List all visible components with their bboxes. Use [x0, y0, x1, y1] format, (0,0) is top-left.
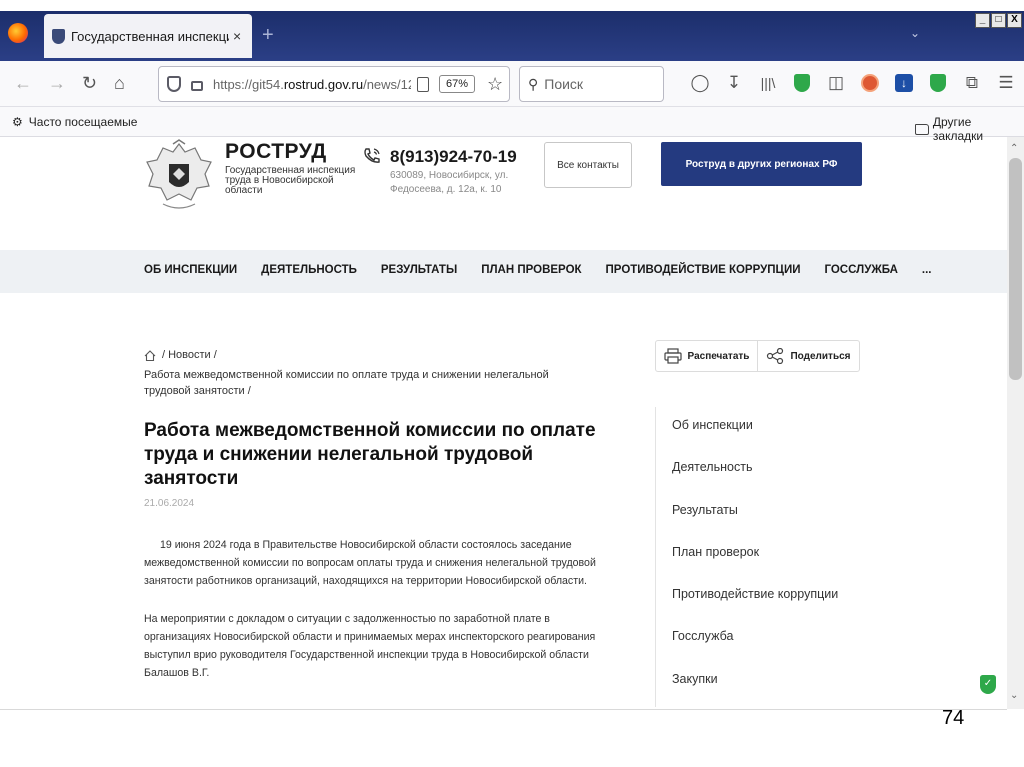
url-text[interactable]: https://git54.rostrud.gov.ru/news/12 — [213, 77, 411, 92]
share-label: Поделиться — [790, 350, 851, 362]
menu-item-about[interactable]: ОБ ИНСПЕКЦИИ — [144, 264, 237, 276]
article-paragraph: На мероприятии с докладом о ситуации с з… — [144, 613, 596, 679]
address-text: 630089, Новосибирск, ул. Федосеева, д. 1… — [390, 170, 509, 195]
side-navigation: Об инспекции Деятельность Результаты Пла… — [672, 418, 838, 714]
slide-number: 74 — [942, 707, 965, 729]
lock-icon[interactable] — [191, 81, 203, 91]
gear-icon: ⚙ — [12, 115, 23, 129]
vpn-shield-icon[interactable] — [928, 73, 948, 93]
tracking-shield-icon[interactable] — [167, 76, 181, 92]
tab-title: Государственная инспекция труда в Новоси… — [71, 28, 229, 44]
menu-item-more[interactable]: ... — [922, 264, 932, 276]
menu-item-civil-service[interactable]: ГОССЛУЖБА — [824, 264, 897, 276]
search-icon: ⚲ — [528, 75, 539, 92]
back-arrow-icon[interactable]: ← — [14, 73, 32, 94]
toolbar-icons: ◯ ↧ |||\ ◫ ↓ ⧉ ☰ — [690, 73, 1016, 93]
menu-item-results[interactable]: РЕЗУЛЬТАТЫ — [381, 264, 457, 276]
article-actions: Распечатать Поделиться — [655, 340, 860, 372]
scrollbar-thumb[interactable] — [1009, 158, 1022, 380]
scroll-down-chevron-icon[interactable]: ⌄ — [1010, 690, 1018, 701]
tab-active[interactable]: Государственная инспекция труда в Новоси… — [44, 14, 252, 58]
menu-item-activity[interactable]: ДЕЯТЕЛЬНОСТЬ — [261, 264, 357, 276]
sidenav-item-inspection-plan[interactable]: План проверок — [672, 545, 838, 587]
site-logo-title[interactable]: РОСТРУД — [225, 140, 327, 164]
menu-item-anticorruption[interactable]: ПРОТИВОДЕЙСТВИЕ КОРРУПЦИИ — [606, 264, 801, 276]
all-contacts-button[interactable]: Все контакты — [544, 142, 632, 188]
sidenav-item-about[interactable]: Об инспекции — [672, 418, 838, 460]
menu-hamburger-icon[interactable]: ☰ — [996, 73, 1016, 93]
article-paragraph: 19 июня 2024 года в Правительстве Новоси… — [144, 539, 596, 587]
bookmark-most-visited[interactable]: ⚙ Часто посещаемые — [12, 115, 137, 129]
bookmark-star-icon[interactable]: ☆ — [487, 74, 503, 95]
print-button[interactable]: Распечатать — [656, 341, 757, 371]
sidenav-item-civil-service[interactable]: Госслужба — [672, 629, 838, 671]
divider — [0, 709, 1007, 710]
bookmarks-toolbar — [0, 107, 1024, 137]
scroll-up-chevron-icon[interactable]: ⌃ — [1010, 143, 1018, 154]
forward-arrow-icon[interactable]: → — [48, 73, 66, 94]
download-icon[interactable]: ↧ — [724, 73, 744, 93]
duckduckgo-icon[interactable] — [860, 73, 880, 93]
site-logo-subtitle: Государственная инспекция труда в Новоси… — [225, 165, 356, 196]
window-controls: _ □ X — [975, 13, 1022, 28]
adblock-shield-icon[interactable] — [792, 73, 812, 93]
home-icon[interactable] — [144, 350, 156, 361]
main-menu: ОБ ИНСПЕКЦИИ ДЕЯТЕЛЬНОСТЬ РЕЗУЛЬТАТЫ ПЛА… — [144, 264, 955, 276]
sidenav-divider — [655, 407, 656, 707]
zoom-indicator[interactable]: 67% — [439, 75, 476, 93]
firefox-icon[interactable] — [8, 23, 28, 43]
home-icon[interactable]: ⌂ — [114, 73, 125, 94]
list-tabs-chevron-icon[interactable]: ⌄ — [910, 26, 920, 40]
sidenav-item-results[interactable]: Результаты — [672, 503, 838, 545]
bookmark-label: Часто посещаемые — [28, 115, 138, 129]
breadcrumb-news[interactable]: / Новости / — [162, 349, 217, 361]
library-icon[interactable]: |||\ — [758, 73, 778, 93]
reload-icon[interactable]: ↻ — [82, 73, 97, 94]
reader-view-icon[interactable] — [417, 76, 429, 92]
printer-icon — [663, 348, 682, 364]
coat-of-arms-logo[interactable] — [143, 138, 215, 214]
pocket-icon[interactable]: ◯ — [690, 73, 710, 93]
article-title: Работа межведомственной комиссии по опла… — [144, 420, 596, 489]
regions-button[interactable]: Роструд в других регионах РФ — [661, 142, 862, 186]
security-badge-icon[interactable]: ✓ — [980, 675, 996, 694]
address-bar[interactable]: https://git54.rostrud.gov.ru/news/12 67%… — [158, 66, 510, 102]
phone-icon — [364, 148, 380, 163]
search-input[interactable]: ⚲ Поиск — [519, 66, 664, 102]
folder-icon — [915, 123, 929, 135]
extensions-puzzle-icon[interactable]: ⧉ — [962, 73, 982, 93]
menu-item-inspection-plan[interactable]: ПЛАН ПРОВЕРОК — [481, 264, 581, 276]
search-placeholder: Поиск — [544, 76, 584, 92]
sidebar-icon[interactable]: ◫ — [826, 73, 846, 93]
restore-button[interactable]: □ — [991, 13, 1006, 28]
phone-number[interactable]: 8(913)924-70-19 — [390, 147, 517, 167]
sidenav-item-procurement[interactable]: Закупки — [672, 672, 838, 714]
sidenav-item-activity[interactable]: Деятельность — [672, 460, 838, 502]
print-label: Распечатать — [687, 350, 750, 362]
new-tab-button[interactable]: + — [262, 24, 274, 47]
sidenav-item-anticorruption[interactable]: Противодействие коррупции — [672, 587, 838, 629]
article-date: 21.06.2024 — [144, 498, 195, 509]
share-icon — [767, 348, 784, 364]
tab-close-icon[interactable]: × — [233, 28, 241, 44]
breadcrumb-current: Работа межведомственной комиссии по опла… — [144, 369, 549, 397]
share-button[interactable]: Поделиться — [757, 341, 859, 371]
downloader-extension-icon[interactable]: ↓ — [894, 73, 914, 93]
site-favicon-icon — [52, 28, 65, 44]
minimize-button[interactable]: _ — [975, 13, 990, 28]
close-window-button[interactable]: X — [1007, 13, 1022, 28]
